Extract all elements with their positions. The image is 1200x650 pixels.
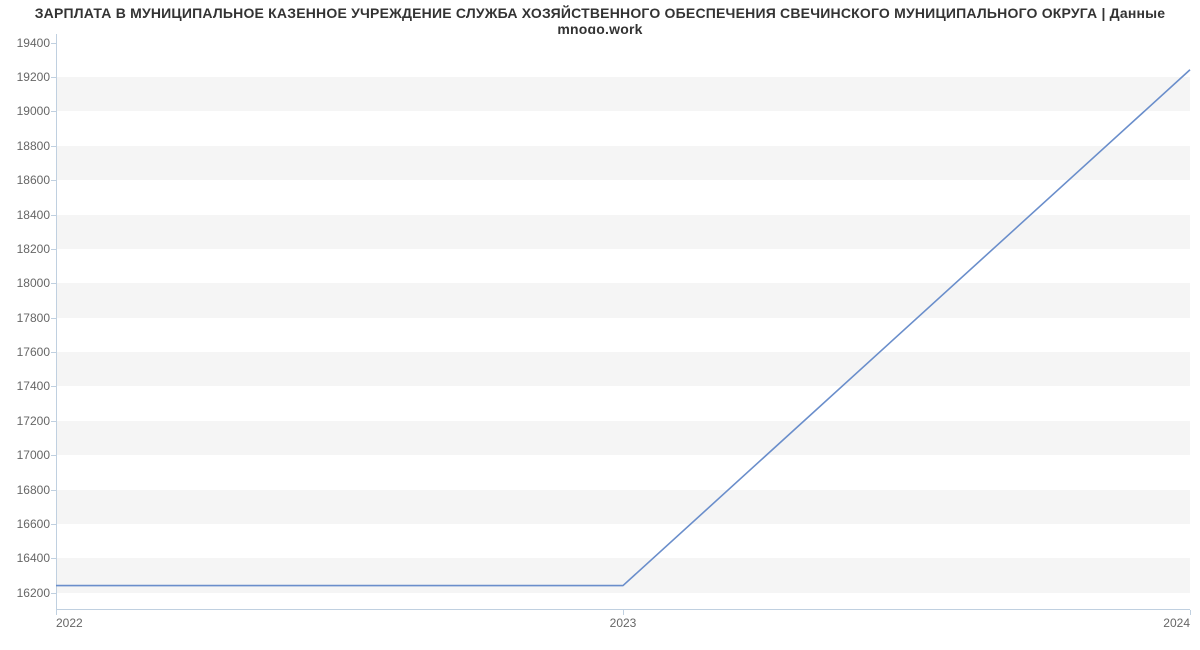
- y-tick-mark: [51, 43, 56, 44]
- y-tick-mark: [51, 249, 56, 250]
- y-tick-label: 18400: [6, 208, 50, 222]
- y-tick-mark: [51, 146, 56, 147]
- x-tick-label: 2022: [56, 616, 83, 630]
- y-tick-label: 19200: [6, 70, 50, 84]
- x-tick-mark: [1190, 610, 1191, 615]
- y-tick-mark: [51, 558, 56, 559]
- y-tick-mark: [51, 111, 56, 112]
- y-tick-mark: [51, 593, 56, 594]
- y-tick-mark: [51, 318, 56, 319]
- y-tick-label: 18200: [6, 242, 50, 256]
- y-tick-label: 18600: [6, 173, 50, 187]
- y-tick-mark: [51, 455, 56, 456]
- y-tick-mark: [51, 283, 56, 284]
- y-tick-label: 19000: [6, 104, 50, 118]
- data-line: [56, 70, 1190, 586]
- y-tick-label: 17400: [6, 379, 50, 393]
- y-tick-label: 16200: [6, 586, 50, 600]
- x-tick-label: 2024: [1163, 616, 1190, 630]
- y-tick-mark: [51, 77, 56, 78]
- y-tick-label: 17000: [6, 448, 50, 462]
- y-tick-label: 19400: [6, 36, 50, 50]
- chart-title: ЗАРПЛАТА В МУНИЦИПАЛЬНОЕ КАЗЕННОЕ УЧРЕЖД…: [0, 5, 1200, 37]
- x-tick-mark: [623, 610, 624, 615]
- line-series: [56, 34, 1190, 610]
- y-tick-mark: [51, 421, 56, 422]
- y-tick-label: 16600: [6, 517, 50, 531]
- y-tick-label: 17800: [6, 311, 50, 325]
- y-tick-mark: [51, 490, 56, 491]
- y-tick-mark: [51, 215, 56, 216]
- plot-area: 202220232024: [56, 34, 1190, 610]
- y-tick-label: 17200: [6, 414, 50, 428]
- y-tick-label: 18000: [6, 276, 50, 290]
- y-tick-mark: [51, 352, 56, 353]
- y-tick-label: 16400: [6, 551, 50, 565]
- y-tick-mark: [51, 180, 56, 181]
- y-tick-mark: [51, 524, 56, 525]
- chart-container: ЗАРПЛАТА В МУНИЦИПАЛЬНОЕ КАЗЕННОЕ УЧРЕЖД…: [0, 0, 1200, 650]
- y-tick-label: 16800: [6, 483, 50, 497]
- y-tick-label: 18800: [6, 139, 50, 153]
- y-tick-mark: [51, 386, 56, 387]
- x-tick-mark: [56, 610, 57, 615]
- x-tick-label: 2023: [610, 616, 637, 630]
- y-tick-label: 17600: [6, 345, 50, 359]
